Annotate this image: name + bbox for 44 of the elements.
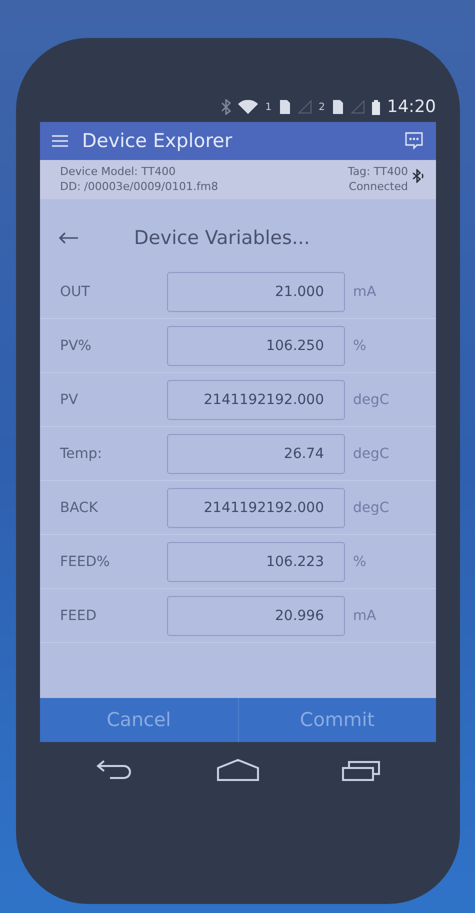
bluetooth-icon bbox=[412, 169, 426, 183]
variable-label: PV% bbox=[60, 338, 92, 354]
signal-icon bbox=[351, 100, 365, 114]
unit-label: mA bbox=[353, 284, 376, 300]
chat-icon[interactable] bbox=[404, 132, 424, 150]
variable-label: PV bbox=[60, 392, 80, 408]
unit-label: degC bbox=[353, 446, 390, 462]
page-title: Device Variables... bbox=[134, 227, 310, 249]
unit-label: degC bbox=[353, 392, 390, 408]
app-title: Device Explorer bbox=[82, 130, 234, 152]
value-field[interactable]: 21.000 bbox=[167, 272, 345, 312]
wifi-icon bbox=[238, 100, 258, 114]
device-model: Device Model: TT400 bbox=[60, 165, 176, 178]
variable-label: Temp: bbox=[60, 446, 104, 462]
clock-time: 14:20 bbox=[387, 97, 436, 117]
value-field[interactable]: 26.74 bbox=[167, 434, 345, 474]
sim-card-icon bbox=[332, 99, 344, 115]
bluetooth-icon bbox=[221, 99, 232, 115]
unit-label: % bbox=[353, 554, 366, 570]
sim-label: 1 bbox=[265, 102, 272, 112]
variable-label: FEED bbox=[60, 608, 98, 624]
unit-label: % bbox=[353, 338, 366, 354]
sim-card-icon bbox=[278, 99, 291, 115]
connection-status: Connected bbox=[348, 180, 408, 193]
signal-icon bbox=[298, 100, 312, 114]
sim-label: 2 bbox=[318, 102, 325, 112]
menu-icon[interactable] bbox=[52, 135, 68, 147]
value-field[interactable]: 106.223 bbox=[167, 542, 345, 582]
back-icon[interactable] bbox=[96, 759, 134, 781]
battery-icon bbox=[372, 100, 380, 114]
back-arrow-icon[interactable] bbox=[58, 232, 78, 244]
value-field[interactable]: 2141192192.000 bbox=[167, 488, 345, 528]
variable-label: FEED% bbox=[60, 554, 111, 570]
variable-label: BACK bbox=[60, 500, 99, 516]
dd-path: DD: /00003e/0009/0101.fm8 bbox=[60, 180, 218, 193]
value-field[interactable]: 106.250 bbox=[167, 326, 345, 366]
home-icon[interactable] bbox=[217, 759, 259, 781]
value-field[interactable]: 2141192192.000 bbox=[167, 380, 345, 420]
recent-apps-icon[interactable] bbox=[342, 759, 380, 781]
unit-label: degC bbox=[353, 500, 390, 516]
value-field[interactable]: 20.996 bbox=[167, 596, 345, 636]
device-tag: Tag: TT400 bbox=[348, 165, 408, 178]
unit-label: mA bbox=[353, 608, 376, 624]
variable-label: OUT bbox=[60, 284, 91, 300]
